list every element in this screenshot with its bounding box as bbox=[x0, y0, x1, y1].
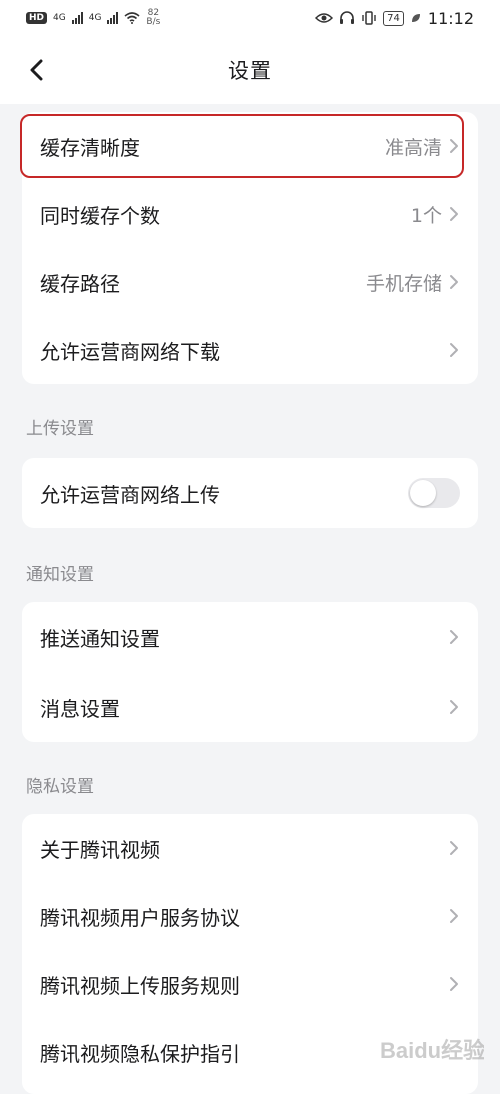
hd-badge: HD bbox=[26, 12, 48, 24]
row-label: 缓存路径 bbox=[40, 271, 120, 296]
row-label: 缓存清晰度 bbox=[40, 135, 140, 160]
cache-path-row[interactable]: 缓存路径 手机存储 bbox=[22, 248, 478, 316]
chevron-right-icon bbox=[448, 906, 460, 926]
leaf-icon bbox=[411, 14, 420, 22]
battery-indicator: 74 bbox=[383, 10, 404, 26]
section-title-upload: 上传设置 bbox=[26, 419, 94, 439]
signal-icon bbox=[107, 12, 119, 24]
upload-rules-row[interactable]: 腾讯视频上传服务规则 bbox=[22, 950, 478, 1018]
user-agreement-row[interactable]: 腾讯视频用户服务协议 bbox=[22, 882, 478, 950]
section-title-privacy: 隐私设置 bbox=[26, 777, 94, 797]
clock-time: 11:12 bbox=[427, 8, 474, 28]
row-label: 消息设置 bbox=[40, 696, 120, 721]
row-value: 准高清 bbox=[384, 136, 442, 159]
row-label: 腾讯视频上传服务规则 bbox=[40, 973, 240, 998]
row-label: 关于腾讯视频 bbox=[40, 837, 160, 862]
page-title: 设置 bbox=[228, 59, 272, 83]
header-bar: 设置 bbox=[0, 36, 500, 104]
chevron-right-icon bbox=[448, 204, 460, 224]
upload-settings-card: 允许运营商网络上传 bbox=[22, 458, 478, 528]
status-right: 74 11:12 bbox=[315, 9, 474, 28]
chevron-right-icon bbox=[448, 627, 460, 647]
chevron-right-icon bbox=[448, 340, 460, 360]
carrier-download-row[interactable]: 允许运营商网络下载 bbox=[22, 316, 478, 384]
baidu-watermark-logo: Baidu经验 bbox=[380, 1038, 484, 1063]
row-label: 允许运营商网络下载 bbox=[40, 339, 220, 364]
chevron-right-icon bbox=[448, 697, 460, 717]
row-label: 腾讯视频用户服务协议 bbox=[40, 905, 240, 930]
about-tencent-video-row[interactable]: 关于腾讯视频 bbox=[22, 814, 478, 882]
chevron-right-icon bbox=[448, 272, 460, 292]
message-settings-row[interactable]: 消息设置 bbox=[22, 672, 478, 742]
carrier-upload-row: 允许运营商网络上传 bbox=[22, 458, 478, 528]
network-speed-unit: B/s bbox=[146, 17, 161, 27]
section-title-notification: 通知设置 bbox=[26, 565, 94, 585]
row-label: 允许运营商网络上传 bbox=[40, 482, 220, 507]
sim2-network-label: 4G bbox=[88, 13, 102, 23]
status-bar: HD 4G 4G 82 B/s 74 11:12 bbox=[0, 0, 500, 36]
carrier-upload-toggle[interactable] bbox=[408, 478, 460, 508]
concurrent-cache-row[interactable]: 同时缓存个数 1个 bbox=[22, 180, 478, 248]
row-value: 1个 bbox=[410, 204, 442, 227]
headphones-icon bbox=[340, 11, 355, 24]
back-button[interactable] bbox=[18, 52, 54, 88]
signal-icon bbox=[71, 12, 83, 24]
chevron-right-icon bbox=[448, 136, 460, 156]
row-value: 手机存储 bbox=[365, 272, 442, 295]
toggle-knob bbox=[410, 480, 436, 506]
cache-settings-card: 缓存清晰度 准高清 同时缓存个数 1个 缓存路径 手机存储 允许运营商网络下载 bbox=[20, 112, 478, 384]
status-left: HD 4G 4G 82 B/s bbox=[26, 9, 160, 27]
chevron-right-icon bbox=[448, 974, 460, 994]
vibrate-icon bbox=[362, 11, 376, 25]
network-speed: 82 B/s bbox=[146, 9, 160, 27]
row-label: 推送通知设置 bbox=[40, 626, 160, 651]
sim1-network-label: 4G bbox=[53, 13, 66, 23]
chevron-right-icon bbox=[448, 838, 460, 858]
cache-quality-row[interactable]: 缓存清晰度 准高清 bbox=[20, 112, 478, 180]
watermark-text: Baidu经验 bbox=[380, 1038, 484, 1063]
row-label: 同时缓存个数 bbox=[40, 203, 160, 228]
chevron-left-icon bbox=[30, 59, 43, 81]
wifi-icon bbox=[124, 12, 140, 24]
eye-icon bbox=[315, 13, 334, 23]
notification-settings-card: 推送通知设置 消息设置 bbox=[22, 602, 478, 742]
push-notification-row[interactable]: 推送通知设置 bbox=[22, 602, 478, 672]
